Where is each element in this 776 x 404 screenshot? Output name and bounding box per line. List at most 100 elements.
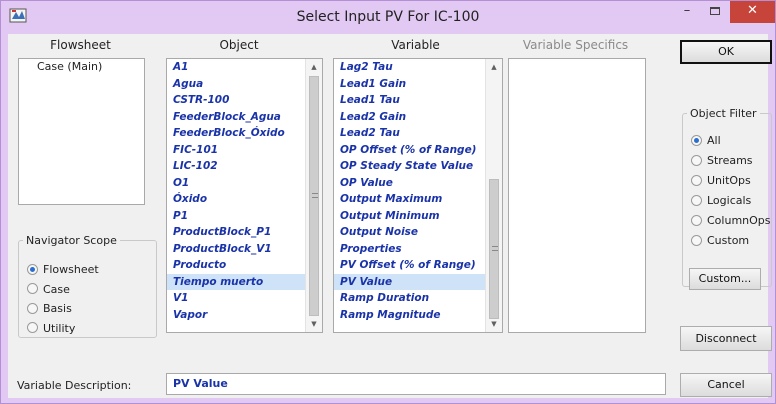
list-item[interactable]: Agua [167, 76, 322, 93]
variable-description-field[interactable]: PV Value [166, 373, 666, 395]
list-item[interactable]: V1 [167, 290, 322, 307]
radio-label: UnitOps [707, 174, 751, 187]
radio-option-unitops[interactable]: UnitOps [691, 172, 751, 190]
list-item[interactable]: Lead1 Gain [334, 76, 502, 93]
header-flowsheet: Flowsheet [50, 38, 111, 52]
radio-label: Case [43, 282, 70, 296]
radio-icon[interactable] [691, 234, 702, 246]
list-item[interactable]: PV Value [334, 273, 502, 290]
flowsheet-list[interactable]: Case (Main) [18, 58, 145, 205]
list-item[interactable]: FIC-101 [167, 142, 322, 159]
maximize-button[interactable] [701, 1, 729, 23]
scroll-down-icon[interactable]: ▼ [486, 316, 502, 332]
radio-label: Utility [43, 321, 76, 335]
radio-icon[interactable] [691, 174, 702, 186]
radio-option-streams[interactable]: Streams [691, 152, 753, 170]
minimize-icon: – [683, 3, 691, 18]
radio-icon[interactable] [691, 134, 702, 146]
list-item[interactable]: Ramp Duration [334, 290, 502, 307]
list-item[interactable]: Output Minimum [334, 208, 502, 225]
list-item[interactable]: PV Offset (% of Range) [334, 257, 502, 274]
radio-label: Custom [707, 234, 750, 247]
list-item[interactable]: A1 [167, 59, 322, 76]
scroll-up-icon[interactable]: ▲ [306, 59, 322, 75]
radio-icon[interactable] [27, 263, 38, 275]
grip-icon [492, 246, 498, 251]
radio-icon[interactable] [27, 283, 38, 294]
radio-label: ColumnOps [707, 214, 771, 227]
variable-specifics-list[interactable] [508, 58, 646, 333]
grip-icon [312, 193, 318, 198]
navigator-scope-group: Navigator Scope Flowsheet Case Basis Utilit… [18, 234, 157, 338]
object-list[interactable]: A1 Agua CSTR-100 FeederBlock_Agua FeederBloc… [166, 58, 323, 333]
radio-label: Flowsheet [43, 263, 99, 276]
cancel-button[interactable]: Cancel [680, 373, 772, 397]
variable-description-label: Variable Description: [17, 379, 132, 392]
radio-icon[interactable] [691, 194, 702, 206]
object-items: A1 Agua CSTR-100 FeederBlock_Agua FeederBloc… [167, 59, 322, 323]
header-object: Object [219, 38, 259, 52]
variable-scrollbar[interactable]: ▲ ▼ [485, 59, 502, 332]
variable-list[interactable]: Lag2 Tau Lead1 Gain Lead1 Tau Lead2 Gain Lea… [333, 58, 503, 333]
close-icon: ✕ [747, 3, 758, 18]
radio-icon[interactable] [27, 302, 38, 314]
radio-option-custom[interactable]: Custom [691, 232, 749, 250]
scroll-down-icon[interactable]: ▼ [306, 316, 322, 332]
list-item[interactable]: O1 [167, 175, 322, 192]
radio-option-flowsheet[interactable]: Flowsheet [27, 261, 99, 279]
radio-label: All [707, 134, 721, 147]
disconnect-button[interactable]: Disconnect [680, 326, 772, 351]
object-filter-legend: Object Filter [690, 107, 757, 120]
list-item[interactable]: Ramp Magnitude [334, 307, 502, 324]
header-variable: Variable [391, 38, 440, 52]
list-item[interactable]: Lead1 Tau [334, 92, 502, 109]
list-item[interactable]: Lead2 Tau [334, 125, 502, 142]
list-item[interactable]: Output Maximum [334, 191, 502, 208]
list-item[interactable]: Óxido [167, 191, 322, 208]
list-item[interactable]: Case (Main) [19, 59, 144, 76]
list-item[interactable]: Properties [334, 241, 502, 258]
radio-icon[interactable] [691, 154, 702, 166]
header-variable-specifics: Variable Specifics [522, 38, 629, 52]
dialog-body: Flowsheet Object Variable Variable Speci… [8, 34, 772, 398]
list-item[interactable]: Producto [167, 257, 322, 274]
minimize-button[interactable]: – [673, 1, 701, 23]
window-title: Select Input PV For IC-100 [296, 9, 480, 25]
scroll-up-icon[interactable]: ▲ [486, 59, 502, 75]
radio-label: Streams [707, 154, 753, 167]
list-item[interactable]: P1 [167, 208, 322, 225]
radio-icon[interactable] [691, 214, 702, 226]
ok-button[interactable]: OK [680, 40, 772, 64]
scroll-thumb[interactable] [489, 179, 499, 319]
list-item[interactable]: ProductBlock_P1 [167, 224, 322, 241]
object-scrollbar[interactable]: ▲ ▼ [305, 59, 322, 332]
title-bar[interactable]: Select Input PV For IC-100 – ✕ [1, 1, 775, 34]
list-item[interactable]: FeederBlock_Óxido [167, 125, 322, 142]
list-item[interactable]: ProductBlock_V1 [167, 241, 322, 258]
list-item[interactable]: Tiempo muerto [167, 273, 322, 290]
close-button[interactable]: ✕ [730, 1, 775, 23]
list-item[interactable]: Lead2 Gain [334, 109, 502, 126]
radio-option-case[interactable]: Case [27, 281, 70, 299]
radio-option-columnops[interactable]: ColumnOps [691, 212, 771, 230]
object-filter-group: Object Filter All Streams UnitOps Logicals C… [682, 107, 772, 290]
radio-label: Basis [43, 302, 72, 315]
custom-filter-button[interactable]: Custom... [689, 268, 761, 290]
list-item[interactable]: OP Steady State Value [334, 158, 502, 175]
radio-option-all[interactable]: All [691, 132, 721, 150]
list-item[interactable]: CSTR-100 [167, 92, 322, 109]
list-item[interactable]: Lag2 Tau [334, 59, 502, 76]
dialog-window: Select Input PV For IC-100 – ✕ Flowsheet… [0, 0, 776, 404]
list-item[interactable]: OP Value [334, 175, 502, 192]
list-item[interactable]: Output Noise [334, 224, 502, 241]
radio-option-basis[interactable]: Basis [27, 300, 72, 318]
radio-icon[interactable] [27, 322, 38, 333]
scroll-thumb[interactable] [309, 76, 319, 316]
variable-items: Lag2 Tau Lead1 Gain Lead1 Tau Lead2 Gain Lea… [334, 59, 502, 323]
list-item[interactable]: LIC-102 [167, 158, 322, 175]
list-item[interactable]: OP Offset (% of Range) [334, 142, 502, 159]
list-item[interactable]: FeederBlock_Agua [167, 109, 322, 126]
radio-option-utility[interactable]: Utility [27, 320, 75, 338]
radio-option-logicals[interactable]: Logicals [691, 192, 751, 210]
list-item[interactable]: Vapor [167, 307, 322, 324]
